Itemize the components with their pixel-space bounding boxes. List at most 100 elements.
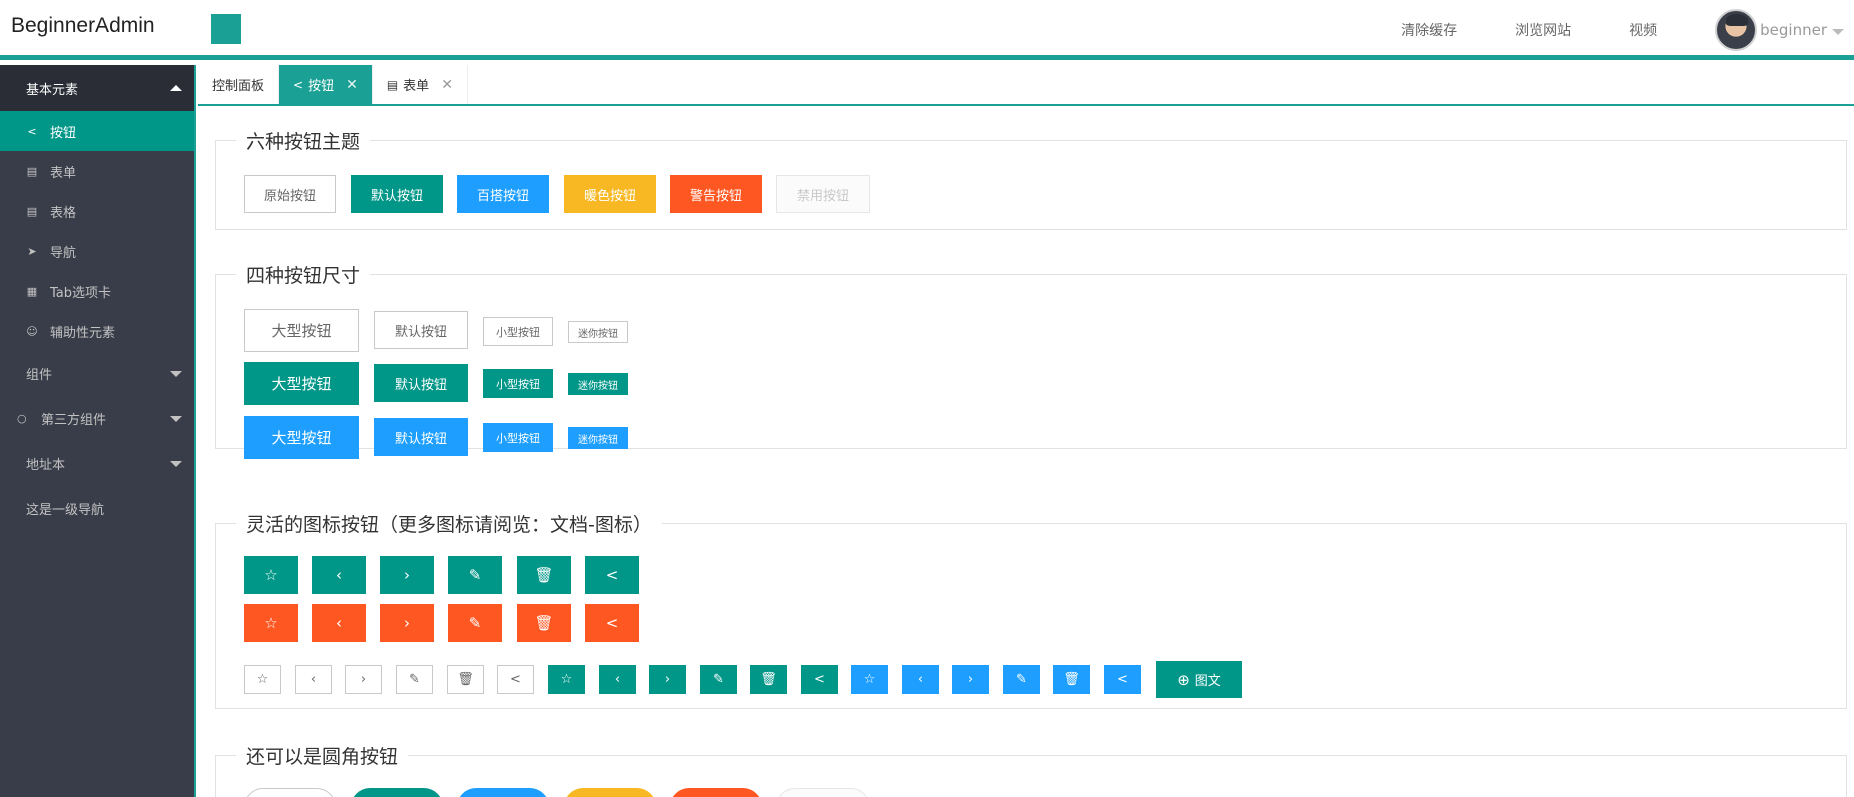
chevron-right-icon[interactable]: › <box>345 665 382 694</box>
star-icon[interactable]: ☆ <box>244 604 298 642</box>
large-primary-button[interactable]: 大型按钮 <box>244 309 359 352</box>
close-icon[interactable]: ✕ <box>441 77 453 93</box>
sidebar-menu-first-level[interactable]: 这是一级导航 <box>0 486 194 531</box>
chevron-left-icon[interactable]: ‹ <box>599 665 636 694</box>
large-normal-button[interactable]: 大型按钮 <box>244 416 359 459</box>
chevron-down-icon <box>170 371 182 377</box>
edit-icon[interactable]: ✎ <box>700 665 737 694</box>
danger-button[interactable]: 警告按钮 <box>670 175 762 213</box>
edit-icon[interactable]: ✎ <box>396 665 433 694</box>
chevron-left-icon[interactable]: ‹ <box>312 604 366 642</box>
sidebar-group-basic[interactable]: 基本元素 <box>0 65 194 111</box>
primary-button[interactable]: 原始按钮 <box>244 175 336 213</box>
chevron-left-icon[interactable]: ‹ <box>902 665 939 694</box>
chevron-right-icon[interactable]: › <box>380 556 434 594</box>
chevron-left-icon[interactable]: ‹ <box>295 665 332 694</box>
round-primary-button[interactable] <box>244 788 336 797</box>
mini-default-button[interactable]: 迷你按钮 <box>568 373 628 395</box>
mini-normal-button[interactable]: 迷你按钮 <box>568 427 628 449</box>
small-default-button[interactable]: 小型按钮 <box>483 369 553 398</box>
sidebar-menu-address[interactable]: 地址本 <box>0 441 194 486</box>
table-icon: ▤ <box>26 204 38 218</box>
star-icon[interactable]: ☆ <box>244 556 298 594</box>
sidebar-item-table[interactable]: ▤ 表格 <box>0 191 194 231</box>
sidebar-item-label: 表单 <box>50 165 77 181</box>
chevron-down-icon <box>170 416 182 422</box>
small-primary-button[interactable]: 小型按钮 <box>483 317 553 346</box>
sidebar-item-nav[interactable]: ➤ 导航 <box>0 231 194 271</box>
close-icon[interactable]: ✕ <box>346 77 358 93</box>
star-icon[interactable]: ☆ <box>851 665 888 694</box>
sidebar-menu-label: 组件 <box>26 368 53 383</box>
default-primary-button[interactable]: 默认按钮 <box>374 311 468 349</box>
delete-icon[interactable]: 🗑 <box>750 665 787 694</box>
icon-text-button[interactable]: ⊕ 图文 <box>1156 661 1242 698</box>
section-themes: 六种按钮主题 原始按钮 默认按钮 百搭按钮 暖色按钮 警告按钮 禁用按钮 <box>215 127 1847 230</box>
tab-button[interactable]: < 按钮 ✕ <box>279 65 373 104</box>
share-icon[interactable]: < <box>1104 665 1141 694</box>
top-header: BeginnerAdmin 清除缓存 浏览网站 视频 beginner <box>0 0 1854 60</box>
round-danger-button[interactable] <box>670 788 762 797</box>
section-title: 四种按钮尺寸 <box>236 261 371 288</box>
add-circle-icon: ⊕ <box>1177 670 1190 689</box>
chevron-left-icon[interactable]: ‹ <box>312 556 366 594</box>
clear-cache-link[interactable]: 清除缓存 <box>1401 20 1457 40</box>
delete-icon[interactable]: 🗑 <box>517 556 571 594</box>
star-icon[interactable]: ☆ <box>244 665 281 694</box>
sidebar-menu-label: 地址本 <box>26 458 66 473</box>
tab-label: 控制面板 <box>212 79 265 94</box>
user-menu[interactable]: beginner <box>1715 9 1844 51</box>
large-default-button[interactable]: 大型按钮 <box>244 362 359 405</box>
delete-icon[interactable]: 🗑 <box>447 665 484 694</box>
chevron-down-icon <box>170 461 182 467</box>
video-link[interactable]: 视频 <box>1629 20 1657 40</box>
share-icon[interactable]: < <box>585 604 639 642</box>
warm-button[interactable]: 暖色按钮 <box>564 175 656 213</box>
tab-icon: ▦ <box>26 284 38 298</box>
round-normal-button[interactable] <box>457 788 549 797</box>
delete-icon[interactable]: 🗑 <box>517 604 571 642</box>
sidebar-menu-label: 第三方组件 <box>41 413 107 428</box>
form-icon: ▤ <box>386 77 399 92</box>
chevron-right-icon[interactable]: › <box>649 665 686 694</box>
share-icon: < <box>27 124 37 138</box>
tab-dashboard[interactable]: 控制面板 <box>198 65 280 104</box>
delete-icon[interactable]: 🗑 <box>1053 665 1090 694</box>
edit-icon[interactable]: ✎ <box>448 604 502 642</box>
share-icon[interactable]: < <box>801 665 838 694</box>
edit-icon[interactable]: ✎ <box>448 556 502 594</box>
share-icon[interactable]: < <box>585 556 639 594</box>
round-warm-button[interactable] <box>564 788 656 797</box>
sidebar-item-auxiliary[interactable]: ☺ 辅助性元素 <box>0 311 194 351</box>
chevron-down-icon <box>1832 28 1844 35</box>
tab-form[interactable]: ▤ 表单 ✕ <box>373 65 468 104</box>
sidebar-item-label: 按钮 <box>50 125 77 141</box>
default-default-button[interactable]: 默认按钮 <box>374 364 468 402</box>
sidebar-toggle-button[interactable] <box>211 14 241 44</box>
chevron-right-icon[interactable]: › <box>952 665 989 694</box>
sidebar-menu-third-party[interactable]: ○ 第三方组件 <box>0 396 194 441</box>
share-icon: < <box>293 77 304 92</box>
sidebar-item-label: 辅助性元素 <box>50 325 116 341</box>
sidebar-item-form[interactable]: ▤ 表单 <box>0 151 194 191</box>
default-normal-button[interactable]: 默认按钮 <box>374 418 468 456</box>
sidebar-menu-label: 这是一级导航 <box>26 503 105 518</box>
small-normal-button[interactable]: 小型按钮 <box>483 423 553 452</box>
top-nav: 清除缓存 浏览网站 视频 beginner <box>1401 0 1854 60</box>
sidebar-item-tab[interactable]: ▦ Tab选项卡 <box>0 271 194 311</box>
star-icon[interactable]: ☆ <box>548 665 585 694</box>
default-button[interactable]: 默认按钮 <box>351 175 443 213</box>
chevron-right-icon[interactable]: › <box>380 604 434 642</box>
sidebar-menu-components[interactable]: 组件 <box>0 351 194 396</box>
tab-label: 表单 <box>403 79 430 94</box>
mini-primary-button[interactable]: 迷你按钮 <box>568 321 628 343</box>
sidebar-item-button[interactable]: < 按钮 <box>0 111 194 151</box>
normal-button[interactable]: 百搭按钮 <box>457 175 549 213</box>
share-icon[interactable]: < <box>497 665 534 694</box>
browse-site-link[interactable]: 浏览网站 <box>1515 20 1571 40</box>
sidebar-item-label: 表格 <box>50 205 77 221</box>
section-title: 六种按钮主题 <box>236 127 371 154</box>
app-logo[interactable]: BeginnerAdmin <box>11 14 155 38</box>
edit-icon[interactable]: ✎ <box>1003 665 1040 694</box>
round-default-button[interactable] <box>351 788 443 797</box>
